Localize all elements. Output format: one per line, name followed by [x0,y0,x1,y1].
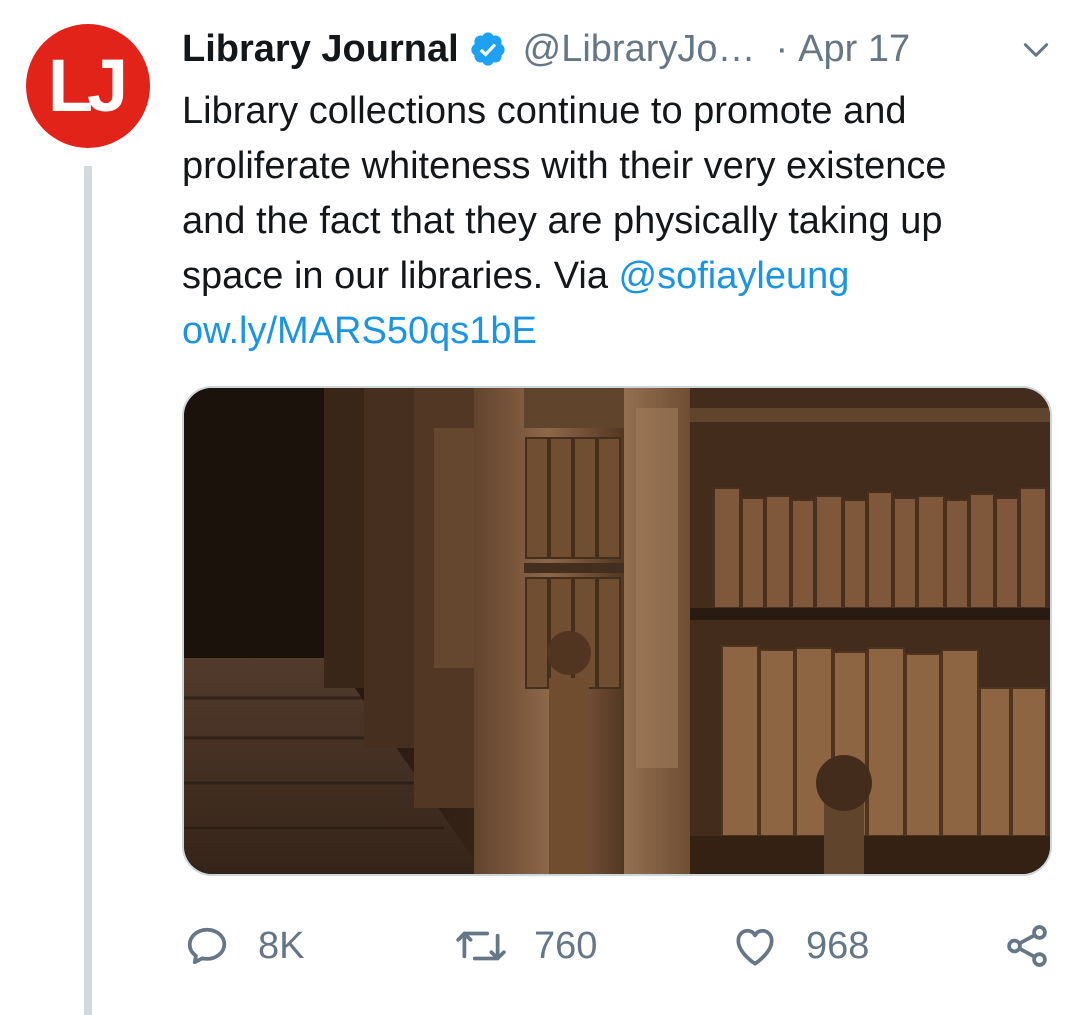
tweet-media-image[interactable] [182,386,1052,876]
tweet-actions: 8K 760 968 [182,918,1054,974]
display-name[interactable]: Library Journal [182,28,459,71]
tweet-text-line: Library collections continue to promote … [182,90,907,132]
user-handle[interactable]: @LibraryJo… [523,28,756,71]
share-icon [1002,921,1052,971]
tweet-text-line: and the fact that they are physically ta… [182,200,943,242]
tweet-text: Library collections continue to promote … [182,84,1052,359]
tweet-date[interactable]: Apr 17 [798,28,910,71]
reply-count: 8K [258,924,305,967]
heart-icon [730,921,780,971]
library-photo [184,388,1050,874]
reply-icon [182,921,232,971]
retweet-icon [454,921,508,971]
tweet-text-line: proliferate whiteness with their very ex… [182,145,947,187]
tweet-header: Library Journal @LibraryJo… · Apr 17 [182,24,1052,74]
avatar[interactable]: LJ [26,24,150,148]
url-link[interactable]: ow.ly/MARS50qs1bE [182,310,537,352]
like-button[interactable]: 968 [730,918,869,974]
thread-line [84,166,92,1015]
share-button[interactable] [1002,918,1052,974]
verified-badge-icon [469,30,507,68]
tweet-text-line: space in our libraries. Via [182,255,619,297]
retweet-count: 760 [534,924,598,967]
like-count: 968 [806,924,870,967]
reply-button[interactable]: 8K [182,918,304,974]
separator-dot: · [775,27,789,70]
chevron-down-icon[interactable] [1020,34,1052,66]
retweet-button[interactable]: 760 [454,918,597,974]
mention-link[interactable]: @sofiayleung [619,255,850,297]
avatar-logo-text: LJ [47,44,128,127]
